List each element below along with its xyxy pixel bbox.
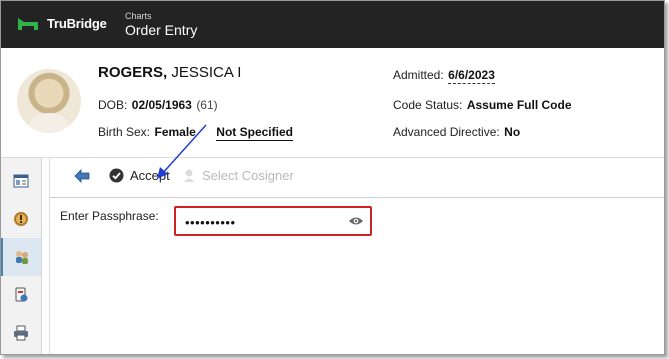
sidebar — [1, 158, 42, 354]
app-window: TruBridge Charts Order Entry ROGERS, JES… — [0, 0, 665, 355]
trubridge-logo-icon — [18, 18, 38, 30]
select-cosigner-button[interactable]: Select Cosigner — [182, 168, 294, 183]
top-bar: TruBridge Charts Order Entry — [1, 1, 664, 48]
accept-button[interactable]: Accept — [109, 168, 170, 183]
code-status-label: Code Status: — [393, 98, 463, 112]
sidebar-item-medication[interactable] — [1, 276, 41, 314]
alert-icon — [14, 212, 28, 226]
breadcrumb[interactable]: Charts — [125, 11, 152, 21]
printer-icon — [14, 325, 28, 341]
passphrase-field[interactable]: •••••••••• — [174, 206, 372, 236]
code-status-row: Code Status: Assume Full Code — [393, 96, 572, 114]
birth-sex-value: Female — [154, 125, 196, 139]
page-title: Order Entry — [125, 22, 198, 38]
admitted-label: Admitted: — [393, 68, 444, 82]
select-cosigner-label: Select Cosigner — [202, 168, 294, 183]
accept-label: Accept — [130, 168, 170, 183]
chart-icon — [13, 174, 29, 188]
dob-row: DOB: 02/05/1963 (61) — [98, 96, 218, 114]
advanced-directive-row: Advanced Directive: No — [393, 123, 520, 141]
sidebar-item-chart[interactable] — [1, 162, 41, 200]
passphrase-value: •••••••••• — [185, 215, 236, 230]
back-arrow-icon[interactable] — [74, 169, 90, 183]
main-panel: Accept Select Cosigner Enter Passphrase:… — [49, 158, 664, 354]
advanced-directive-label: Advanced Directive: — [393, 125, 500, 139]
patient-photo — [17, 69, 81, 133]
people-icon — [16, 251, 28, 264]
patient-banner: ROGERS, JESSICA I DOB: 02/05/1963 (61) B… — [1, 48, 664, 158]
check-circle-icon — [109, 168, 124, 183]
toolbar: Accept Select Cosigner — [50, 158, 664, 198]
sidebar-item-print[interactable] — [1, 314, 41, 352]
gender-identity-value[interactable]: Not Specified — [216, 125, 293, 141]
code-status-value: Assume Full Code — [466, 98, 572, 112]
admitted-value[interactable]: 6/6/2023 — [448, 68, 495, 84]
advanced-directive-value: No — [504, 125, 521, 139]
brand-name: TruBridge — [47, 16, 107, 31]
patient-last-name: ROGERS, — [98, 64, 168, 81]
medication-icon — [15, 287, 28, 302]
patient-name: ROGERS, JESSICA I — [98, 64, 241, 81]
birth-sex-label: Birth Sex: — [98, 125, 151, 139]
patient-age: (61) — [196, 98, 218, 112]
dob-label: DOB: — [98, 98, 128, 112]
birth-sex-row: Birth Sex: Female Not Specified — [98, 123, 293, 141]
patient-first-name: JESSICA I — [171, 64, 242, 81]
passphrase-label: Enter Passphrase: — [60, 209, 159, 223]
sidebar-item-people[interactable] — [1, 238, 41, 276]
sidebar-item-alerts[interactable] — [1, 200, 41, 238]
show-password-eye-icon[interactable] — [348, 216, 364, 226]
admitted-row: Admitted: 6/6/2023 — [393, 66, 495, 84]
dob-value: 02/05/1963 — [131, 98, 192, 112]
cosigner-icon — [184, 169, 194, 182]
